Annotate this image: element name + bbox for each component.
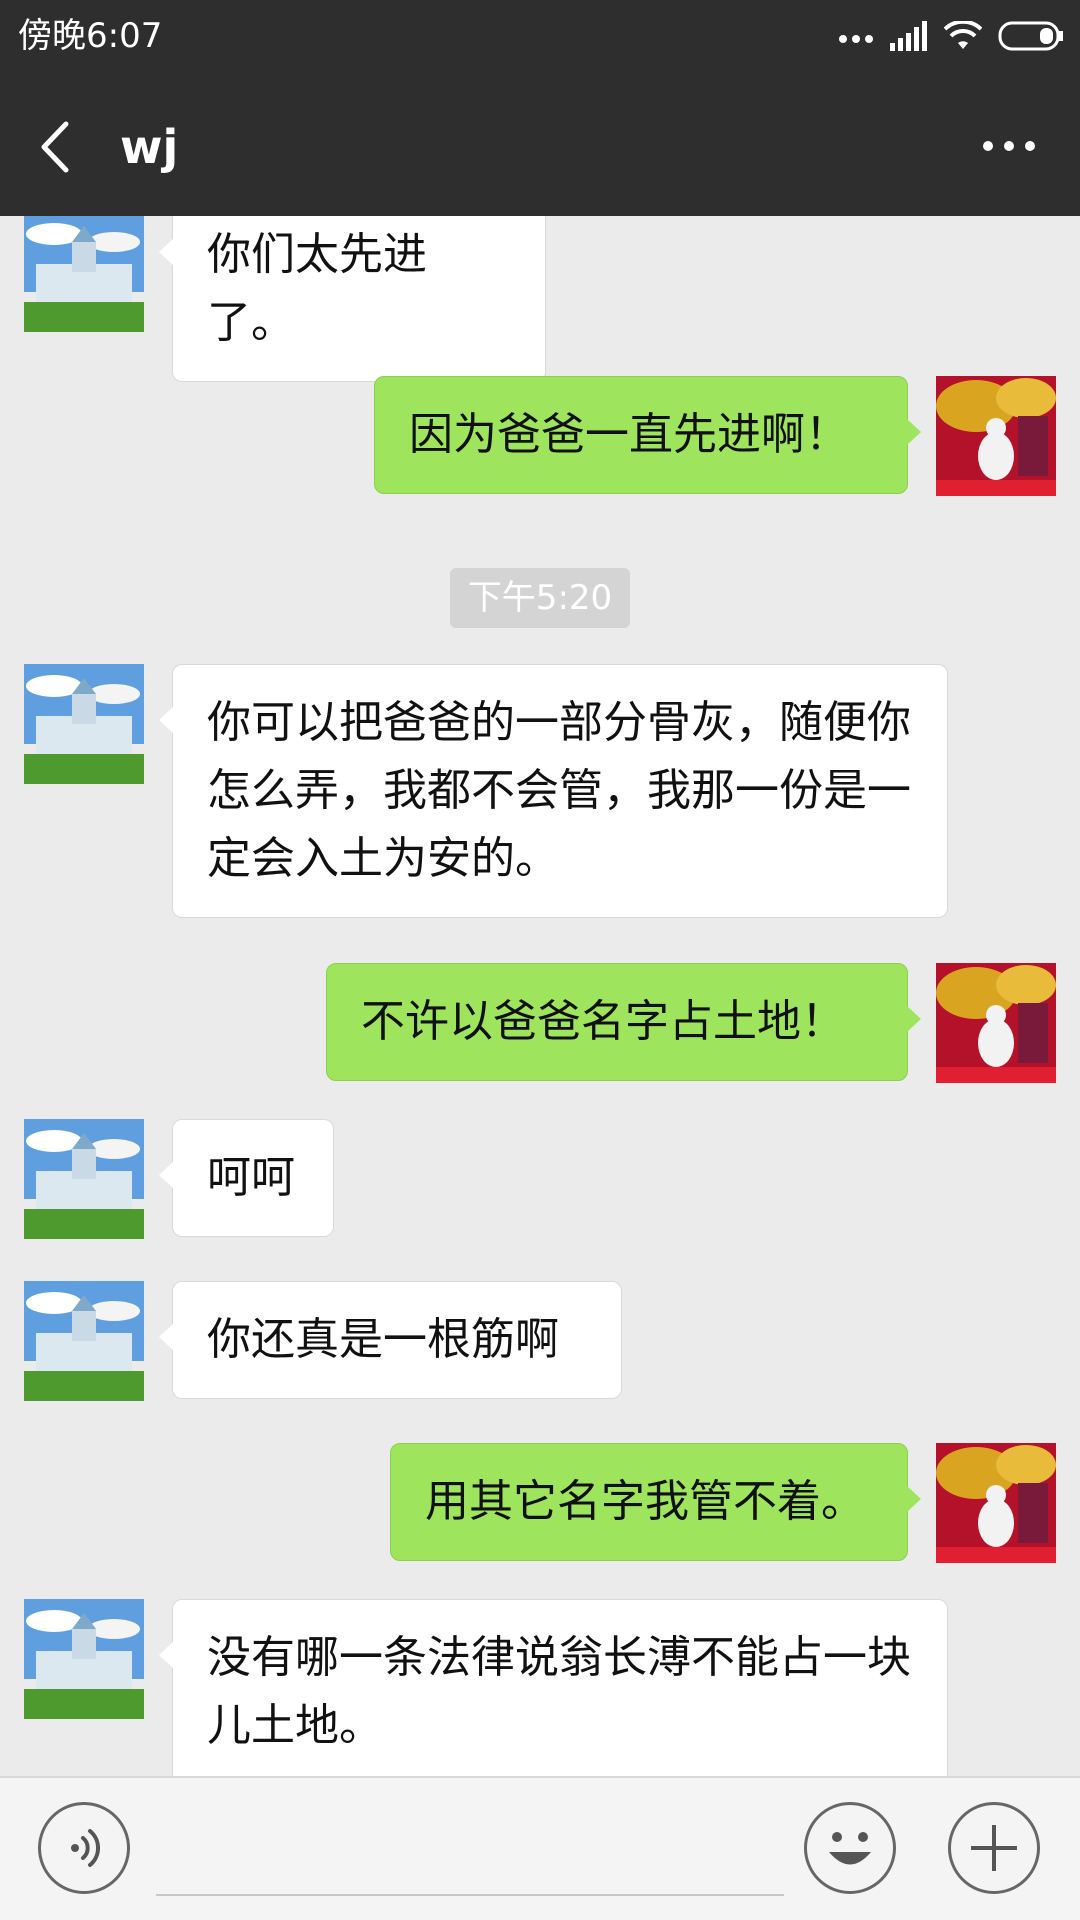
incoming-message-bubble[interactable]: 呵呵 [159,1119,334,1237]
status-bar: 傍晚6:07 [0,0,1080,76]
message-text: 用其它名字我管不着。 [425,1476,865,1527]
message-text: 不许以爸爸名字占土地！ [361,996,845,1047]
incoming-message-bubble[interactable]: 你们太先进了。 [159,216,546,382]
incoming-message-bubble[interactable]: 没有哪一条法律说翁长溥不能占一块儿土地。 [159,1599,948,1776]
my-avatar[interactable] [936,1443,1056,1563]
chat-screen: 傍晚6:07 wj 你们太先进了。 因为爸爸一直先进啊！ 下午5:20 你可以把… [0,0,1080,1920]
input-bar [0,1776,1080,1920]
my-avatar[interactable] [936,376,1056,496]
wifi-icon [943,19,983,55]
emoji-icon [829,1832,871,1865]
back-arrow-icon [41,121,69,173]
contact-avatar[interactable] [24,1119,144,1239]
voice-icon [71,1829,101,1867]
contact-avatar[interactable] [24,1281,144,1401]
more-options-button[interactable] [974,116,1044,176]
more-notifications-icon [838,29,874,48]
contact-avatar[interactable] [24,1599,144,1719]
message-text: 因为爸爸一直先进啊！ [409,409,849,460]
message-text: 你还真是一根筋啊 [207,1314,559,1365]
signal-icon [890,21,928,55]
status-icons [838,18,1064,58]
emoji-button[interactable] [804,1802,896,1894]
more-dots-icon [983,141,1035,151]
message-list[interactable]: 你们太先进了。 因为爸爸一直先进啊！ 下午5:20 你可以把爸爸的一部分骨灰，随… [0,216,1080,1776]
my-avatar[interactable] [936,963,1056,1083]
message-input[interactable] [156,1800,784,1896]
incoming-message-bubble[interactable]: 你还真是一根筋啊 [159,1281,622,1399]
contact-avatar[interactable] [24,664,144,784]
message-timestamp: 下午5:20 [450,568,630,628]
plus-icon [971,1825,1017,1871]
contact-avatar[interactable] [24,216,144,332]
more-functions-button[interactable] [948,1802,1040,1894]
outgoing-message-bubble[interactable]: 因为爸爸一直先进啊！ [374,376,921,494]
incoming-message-bubble[interactable]: 你可以把爸爸的一部分骨灰，随便你怎么弄，我都不会管，我那一份是一定会入土为安的。 [159,664,948,918]
message-text: 呵呵 [207,1152,295,1203]
outgoing-message-bubble[interactable]: 用其它名字我管不着。 [390,1443,921,1561]
outgoing-message-bubble[interactable]: 不许以爸爸名字占土地！ [326,963,921,1081]
battery-icon [998,21,1064,55]
back-button[interactable] [30,112,90,182]
status-time: 傍晚6:07 [18,16,163,56]
message-text: 没有哪一条法律说翁长溥不能占一块儿土地。 [207,1632,911,1751]
message-text: 你可以把爸爸的一部分骨灰，随便你怎么弄，我都不会管，我那一份是一定会入土为安的。 [207,697,911,884]
title-bar: wj [0,76,1080,216]
chat-title: wj [120,120,179,174]
message-text: 你们太先进了。 [207,229,427,348]
voice-input-button[interactable] [38,1802,130,1894]
